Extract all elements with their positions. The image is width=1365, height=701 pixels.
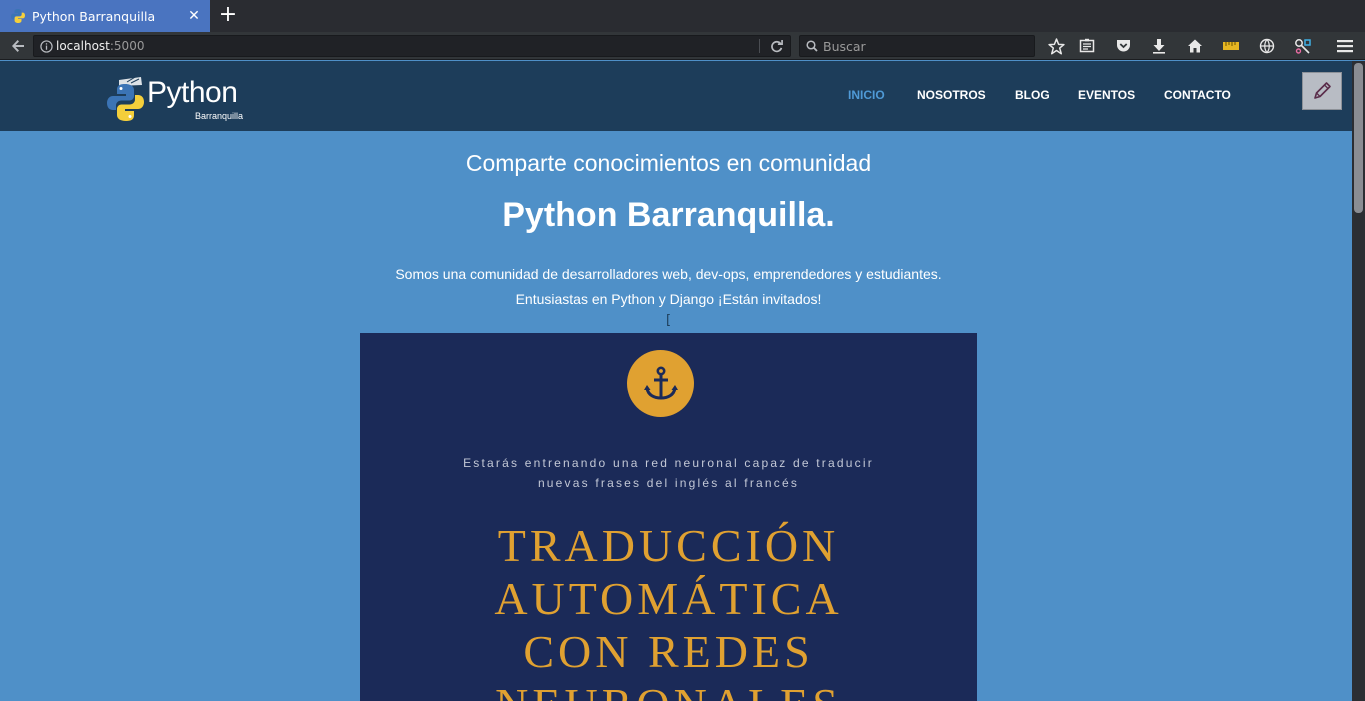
hero-subtitle: Comparte conocimientos en comunidad (465, 150, 872, 176)
search-placeholder: Buscar (823, 38, 866, 54)
logo-subtext: Barranquilla (195, 111, 244, 121)
url-separator (759, 39, 760, 53)
tab-title: Python Barranquilla (32, 8, 156, 24)
star-icon[interactable] (1046, 37, 1066, 55)
close-icon[interactable]: ✕ (186, 8, 202, 24)
nav-item-blog[interactable]: BLOG (1015, 88, 1050, 102)
extension-icon[interactable] (1293, 37, 1313, 55)
main-nav: INICIO NOSOTROS BLOG EVENTOS CONTACTO (0, 88, 1352, 104)
poster-title: TRADUCCIÓN AUTOMÁTICA CON REDES NEURONAL… (360, 519, 977, 701)
search-icon (806, 37, 818, 56)
menu-icon[interactable] (1335, 37, 1355, 55)
poster-tagline: Estarás entrenando una red neuronal capa… (360, 453, 977, 493)
pencil-icon (1314, 82, 1331, 99)
tab-bar: Python Barranquilla ✕ + (0, 0, 1365, 32)
search-bar[interactable]: Buscar (799, 35, 1035, 57)
poster-tagline-line: Estarás entrenando una red neuronal capa… (463, 456, 874, 470)
navigation-toolbar: localhost:5000 Buscar (0, 32, 1365, 60)
url-host: localhost (56, 39, 110, 53)
nav-item-eventos[interactable]: EVENTOS (1078, 88, 1135, 102)
poster-title-line: AUTOMÁTICA (494, 573, 843, 624)
home-icon[interactable] (1185, 37, 1205, 55)
info-icon[interactable] (36, 39, 56, 53)
page-scrollbar[interactable] (1352, 61, 1365, 701)
plus-icon[interactable]: + (216, 4, 240, 28)
reader-icon[interactable] (1077, 37, 1097, 55)
python-favicon-icon (10, 8, 26, 24)
download-icon[interactable] (1149, 37, 1169, 55)
stray-bracket: [ (666, 313, 672, 328)
nav-item-inicio[interactable]: INICIO (848, 88, 885, 102)
anchor-badge (627, 350, 694, 417)
anchor-icon (643, 365, 678, 400)
nav-item-contacto[interactable]: CONTACTO (1164, 88, 1231, 102)
reload-icon[interactable] (766, 37, 786, 55)
globe-icon[interactable] (1257, 37, 1277, 55)
active-tab[interactable]: Python Barranquilla ✕ (0, 0, 210, 32)
poster-tagline-line: nuevas frases del inglés al francés (537, 476, 800, 490)
nav-item-nosotros[interactable]: NOSOTROS (917, 88, 986, 102)
ruler-icon[interactable] (1221, 37, 1241, 55)
hero-description-line: Somos una comunidad de desarrolladores w… (395, 266, 942, 282)
url-port: :5000 (109, 39, 145, 53)
poster-title-line: CON REDES (523, 626, 814, 677)
hero-description: Somos una comunidad de desarrolladores w… (0, 262, 1337, 312)
poster-title-line: TRADUCCIÓN (497, 520, 840, 571)
hero-title: Python Barranquilla. (502, 196, 835, 234)
pocket-icon[interactable] (1113, 37, 1133, 55)
back-arrow-icon[interactable] (6, 35, 30, 57)
site-header: Python Barranquilla INICIO NOSOTROS BLOG… (0, 61, 1352, 131)
hero-description-line: Entusiastas en Python y Django ¡Están in… (515, 291, 822, 307)
scrollbar-thumb[interactable] (1354, 63, 1363, 213)
poster-title-line: NEURONALES (360, 678, 977, 701)
url-bar[interactable]: localhost:5000 (33, 35, 791, 57)
edit-button[interactable] (1302, 72, 1342, 110)
event-poster[interactable]: Estarás entrenando una red neuronal capa… (360, 333, 977, 701)
